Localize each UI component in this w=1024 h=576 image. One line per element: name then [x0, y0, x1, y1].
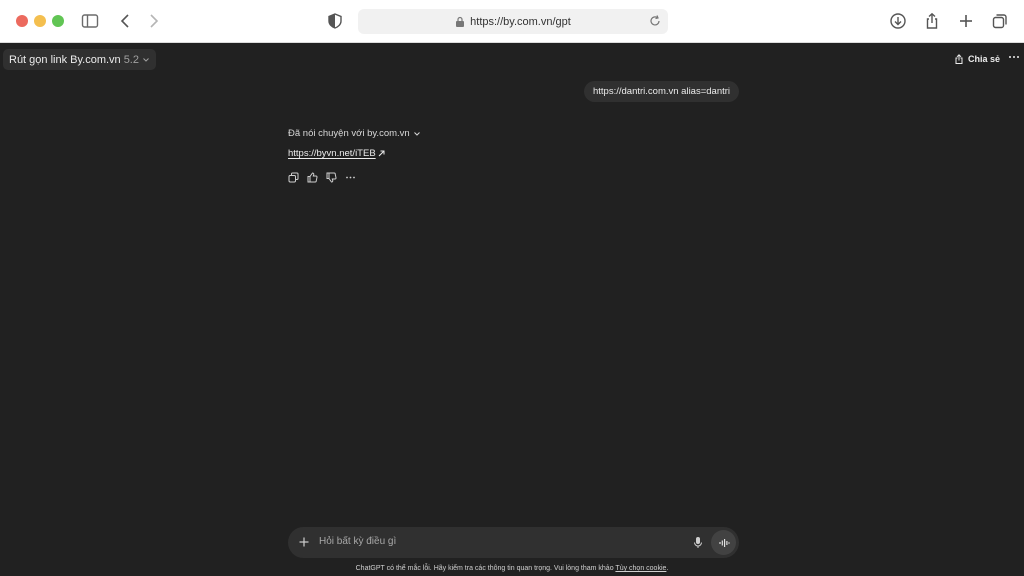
model-name: Rút gọn link By.com.vn: [9, 53, 121, 66]
model-version: 5.2: [123, 53, 139, 66]
composer-input[interactable]: Hỏi bất kỳ điều gì: [319, 536, 396, 547]
waveform-icon: [718, 538, 730, 547]
voice-mode-button[interactable]: [711, 530, 736, 555]
browser-toolbar: https://by.com.vn/gpt: [0, 0, 1024, 43]
share-button[interactable]: Chia sẻ: [954, 51, 1000, 67]
thumbs-up-icon[interactable]: [306, 171, 319, 184]
copy-icon[interactable]: [287, 171, 300, 184]
short-link[interactable]: https://byvn.net/iTEB: [288, 148, 385, 159]
plus-icon[interactable]: [298, 536, 310, 548]
reload-icon[interactable]: [648, 14, 662, 28]
chat-app: Rút gọn link By.com.vn 5.2 Chia sẻ https…: [0, 44, 1024, 576]
chevron-down-icon: [413, 131, 420, 136]
thumbs-down-icon[interactable]: [325, 171, 338, 184]
external-link-icon: [378, 150, 385, 157]
new-tab-icon[interactable]: [955, 10, 977, 32]
model-selector[interactable]: Rút gọn link By.com.vn 5.2: [3, 49, 156, 70]
chevron-down-icon: [143, 57, 149, 62]
shield-icon[interactable]: [324, 10, 346, 32]
more-options-icon[interactable]: [1008, 51, 1020, 63]
cookie-preferences-link[interactable]: Tùy chọn cookie: [615, 565, 666, 572]
user-message-text: https://dantri.com.vn alias=dantri: [593, 86, 731, 97]
back-icon[interactable]: [115, 10, 137, 32]
disclaimer: ChatGPT có thể mắc lỗi. Hãy kiểm tra các…: [0, 565, 1024, 572]
tool-call-status[interactable]: Đã nói chuyện với by.com.vn: [288, 128, 421, 139]
minimize-window-button[interactable]: [34, 15, 46, 27]
share-icon[interactable]: [921, 10, 943, 32]
user-message-bubble: https://dantri.com.vn alias=dantri: [584, 81, 740, 102]
url-text: https://by.com.vn/gpt: [470, 15, 571, 28]
disclaimer-end: .: [666, 565, 669, 572]
download-icon[interactable]: [887, 10, 909, 32]
more-icon[interactable]: [344, 171, 357, 184]
tabs-overview-icon[interactable]: [989, 10, 1011, 32]
short-link-text[interactable]: https://byvn.net/iTEB: [288, 148, 376, 159]
message-composer[interactable]: Hỏi bất kỳ điều gì: [288, 527, 739, 558]
tool-status-text: Đã nói chuyện với by.com.vn: [288, 128, 410, 139]
share-label: Chia sẻ: [968, 54, 1001, 64]
message-actions: [287, 171, 357, 184]
lock-icon: [456, 16, 465, 27]
forward-icon[interactable]: [142, 10, 164, 32]
close-window-button[interactable]: [16, 15, 28, 27]
disclaimer-text: ChatGPT có thể mắc lỗi. Hãy kiểm tra các…: [355, 565, 614, 572]
microphone-icon[interactable]: [692, 536, 704, 549]
sidebar-icon[interactable]: [79, 10, 101, 32]
address-bar[interactable]: https://by.com.vn/gpt: [358, 9, 668, 34]
upload-icon: [955, 54, 963, 64]
zoom-window-button[interactable]: [52, 15, 64, 27]
